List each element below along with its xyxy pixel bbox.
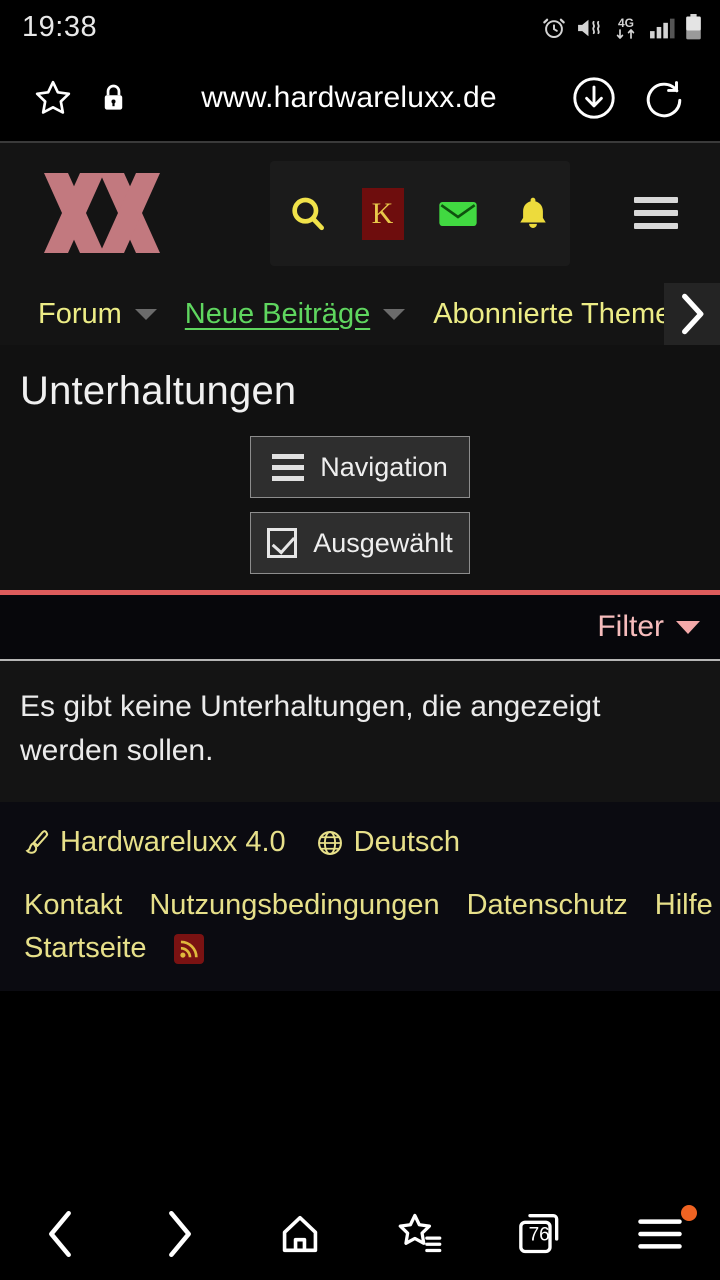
vibrate-icon [578,19,600,36]
phone-screen: 19:38 4G www.hardwareluxx.de K Forum Neu… [0,0,720,1280]
chevron-down-icon[interactable] [383,308,406,320]
status-bar: 19:38 4G [0,0,720,55]
site-header: K [0,143,720,283]
page-body: Unterhaltungen Navigation Ausgewählt [0,345,720,590]
navigation-button[interactable]: Navigation [250,436,470,498]
nav-item-neue-beitraege[interactable]: Neue Beiträge [184,297,406,331]
filter-button-label[interactable]: Filter [597,610,664,644]
signal-bars-icon [650,18,675,38]
paintbrush-icon [25,829,49,854]
bell-icon[interactable] [505,186,561,242]
site-footer: Hardwareluxx 4.0 Deutsch Kontakt Nutzung… [0,802,720,991]
nav-item-forum[interactable]: Forum [38,298,157,331]
style-switcher-label: Hardwareluxx 4.0 [60,826,286,858]
chevron-down-icon[interactable] [134,308,157,320]
download-icon[interactable] [558,74,630,122]
style-switcher-link[interactable]: Hardwareluxx 4.0 [24,826,286,859]
caret-down-icon[interactable] [676,620,700,634]
ausgewaehlt-button[interactable]: Ausgewählt [250,512,470,574]
nav-scroll-right-button[interactable] [664,283,720,345]
status-icons: 4G [541,14,702,42]
checkbox-checked-icon [267,528,298,558]
nav-tabs: Forum Neue Beiträge Abonnierte Themen [0,283,720,345]
language-chooser-link[interactable]: Deutsch [316,826,460,859]
browser-bottom-bar: 76 [0,1188,720,1280]
footer-link-kontakt[interactable]: Kontakt [24,889,122,922]
nav-label: Abonnierte Themen [433,297,688,330]
tab-count: 76 [528,1224,550,1246]
footer-link-startseite[interactable]: Startseite [24,932,147,965]
user-avatar[interactable]: K [355,186,411,242]
header-action-group: K [270,161,570,266]
browser-url-bar[interactable]: www.hardwareluxx.de [0,55,720,143]
nav-label: Neue Beiträge [184,297,371,330]
footer-link-datenschutz[interactable]: Datenschutz [467,889,628,922]
footer-options: Hardwareluxx 4.0 Deutsch [24,826,720,859]
site-menu-icon[interactable] [634,197,678,229]
language-label: Deutsch [353,826,461,858]
nav-label: Forum [38,297,122,330]
svg-text:4G: 4G [618,16,634,30]
tab-switcher-button[interactable]: 76 [495,1201,585,1267]
avatar-initial: K [361,187,404,240]
empty-state-message: Es gibt keine Unterhaltungen, die angeze… [0,661,720,802]
footer-link-hilfe[interactable]: Hilfe [655,889,713,922]
chevron-right-icon [682,293,704,335]
alarm-icon [543,18,565,38]
bookmark-star-icon[interactable] [20,78,86,118]
padlock-icon [86,83,140,113]
browser-menu-icon[interactable] [615,1201,705,1267]
footer-links: Kontakt Nutzungsbedingungen Datenschutz … [24,889,720,965]
navigation-button-label: Navigation [320,451,448,482]
search-icon[interactable] [280,186,336,242]
page-title: Unterhaltungen [20,369,297,413]
hamburger-icon [272,453,305,481]
footer-link-nutzungsbedingungen[interactable]: Nutzungsbedingungen [149,889,439,922]
menu-update-badge [681,1205,697,1221]
globe-icon [317,830,342,855]
ausgewaehlt-button-label: Ausgewählt [313,527,453,558]
bookmarks-icon[interactable] [375,1201,465,1267]
status-clock: 19:38 [22,11,98,43]
forward-icon[interactable] [135,1201,225,1267]
rss-icon[interactable] [173,933,204,964]
home-icon[interactable] [255,1201,345,1267]
hardwareluxx-logo[interactable] [42,167,162,259]
battery-icon [686,14,701,40]
filter-bar: Filter [0,595,720,661]
page-button-stack: Navigation Ausgewählt [0,436,720,590]
mail-icon[interactable] [430,186,486,242]
url-text[interactable]: www.hardwareluxx.de [140,81,558,115]
reload-icon[interactable] [630,75,700,121]
back-icon[interactable] [15,1201,105,1267]
network-4g-icon: 4G [616,16,635,39]
